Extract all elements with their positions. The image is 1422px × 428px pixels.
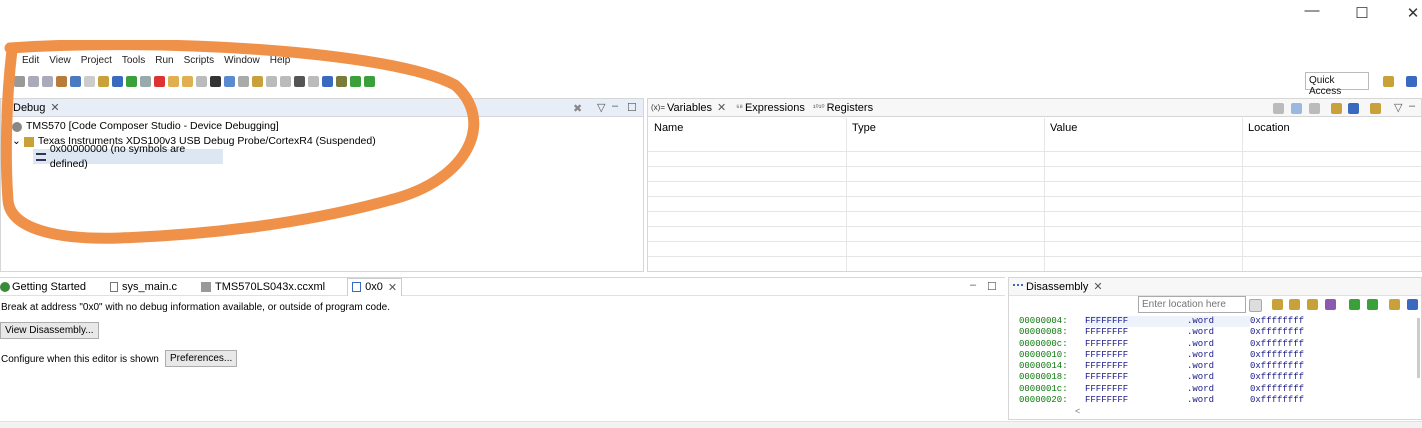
registers-icon: ¹⁰¹⁰ (812, 103, 825, 112)
column-type[interactable]: Type (852, 122, 876, 134)
minimize-view-icon[interactable]: – (970, 279, 976, 291)
preferences-button[interactable]: Preferences... (165, 350, 238, 367)
break-message: Break at address "0x0" with no debug inf… (1, 302, 390, 313)
close-icon[interactable]: ✕ (388, 281, 397, 294)
sync-icon[interactable] (1307, 299, 1318, 310)
variables-panel: (x)= Variables ✕ ⁶⁸ Expressions ¹⁰¹⁰ Reg… (647, 98, 1422, 272)
table-row[interactable]: 00000008: FFFFFFFF .word 0xffffffff (1019, 327, 1419, 338)
step-icon[interactable] (1349, 299, 1360, 310)
table-row[interactable]: 00000020: FFFFFFFF .word 0xffffffff (1019, 395, 1419, 406)
c-file-icon (110, 281, 118, 292)
link-with-icon[interactable] (1289, 299, 1300, 310)
tab-getting-started[interactable]: Getting Started (0, 281, 86, 293)
tab-expressions[interactable]: ⁶⁸ Expressions (736, 102, 805, 114)
export-icon[interactable] (1348, 103, 1359, 114)
disassembly-icon (1013, 283, 1023, 290)
refresh-icon[interactable] (1367, 299, 1378, 310)
go-icon[interactable] (1249, 299, 1262, 312)
scroll-left-button[interactable]: < (1075, 406, 1080, 416)
table-row[interactable]: 0000001c: FFFFFFFF .word 0xffffffff (1019, 384, 1419, 395)
new-expression-icon[interactable] (1331, 103, 1342, 114)
new-view-icon[interactable] (1389, 299, 1400, 310)
table-row[interactable]: 00000018: FFFFFFFF .word 0xffffffff (1019, 372, 1419, 383)
status-bar (0, 421, 1422, 428)
tab-0x0[interactable]: 0x0 ✕ (347, 277, 403, 296)
close-icon[interactable]: ✕ (1093, 280, 1102, 293)
disassembly-panel: Disassembly ✕ 00000004:FFFFFFFF.word0xff… (1008, 277, 1422, 420)
table-row[interactable]: 00000010: FFFFFFFF .word 0xffffffff (1019, 350, 1419, 361)
view-menu-icon[interactable]: ▽ (1394, 101, 1402, 114)
tab-sys-main[interactable]: sys_main.c (110, 281, 177, 293)
home-icon[interactable] (1272, 299, 1283, 310)
export-icon[interactable] (1407, 299, 1418, 310)
column-name[interactable]: Name (654, 122, 683, 134)
remove-all-icon[interactable]: ✖ (573, 102, 582, 115)
ccxml-file-icon (201, 281, 212, 292)
collapse-icon[interactable] (1273, 103, 1284, 114)
show-source-icon[interactable] (1325, 299, 1336, 310)
view-menu-icon[interactable]: ▽ (597, 101, 605, 114)
view-disassembly-button[interactable]: View Disassembly... (0, 322, 99, 339)
minimize-view-icon[interactable]: – (1409, 100, 1415, 112)
layout-icon[interactable] (1291, 103, 1302, 114)
select-columns-icon[interactable] (1309, 103, 1320, 114)
debug-perspective-icon[interactable] (1406, 76, 1417, 87)
editor-panel: Getting Started sys_main.c TMS570LS043x.… (0, 277, 1005, 420)
editor-icon (352, 282, 362, 292)
tab-variables[interactable]: (x)= Variables ✕ (651, 101, 726, 115)
location-input[interactable] (1138, 296, 1246, 313)
column-location[interactable]: Location (1248, 122, 1290, 134)
close-button[interactable]: ✕ (1403, 4, 1422, 22)
ccs-icon (0, 281, 10, 292)
maximize-view-icon[interactable]: ☐ (627, 101, 637, 114)
disassembly-listing: 00000004: FFFFFFFF .word 0xffffffff 0000000… (1019, 316, 1419, 406)
expressions-icon: ⁶⁸ (736, 103, 743, 112)
maximize-view-icon[interactable]: ☐ (987, 280, 997, 293)
perspective-icon[interactable] (1383, 76, 1394, 87)
vertical-scrollbar[interactable] (1417, 318, 1420, 378)
annotation-circle (0, 40, 480, 244)
configure-label: Configure when this editor is shown (1, 354, 159, 365)
column-value[interactable]: Value (1050, 122, 1077, 134)
maximize-button[interactable]: ☐ (1352, 4, 1372, 22)
refresh-icon[interactable] (1370, 103, 1381, 114)
table-row[interactable]: 00000014: FFFFFFFF .word 0xffffffff (1019, 361, 1419, 372)
minimize-button[interactable]: — (1302, 2, 1322, 19)
table-row[interactable]: 0000000c: FFFFFFFF .word 0xffffffff (1019, 339, 1419, 350)
tab-ccxml[interactable]: TMS570LS043x.ccxml (201, 281, 325, 293)
tab-registers[interactable]: ¹⁰¹⁰ Registers (813, 102, 873, 114)
tab-disassembly[interactable]: Disassembly ✕ (1013, 280, 1103, 293)
table-row[interactable]: 00000004: FFFFFFFF .word 0xffffffff (1019, 316, 1419, 328)
close-icon[interactable]: ✕ (717, 101, 726, 114)
variables-table: Name Type Value Location (648, 118, 1421, 271)
quick-access-input[interactable]: Quick Access (1305, 72, 1369, 97)
minimize-view-icon[interactable]: – (612, 100, 618, 112)
